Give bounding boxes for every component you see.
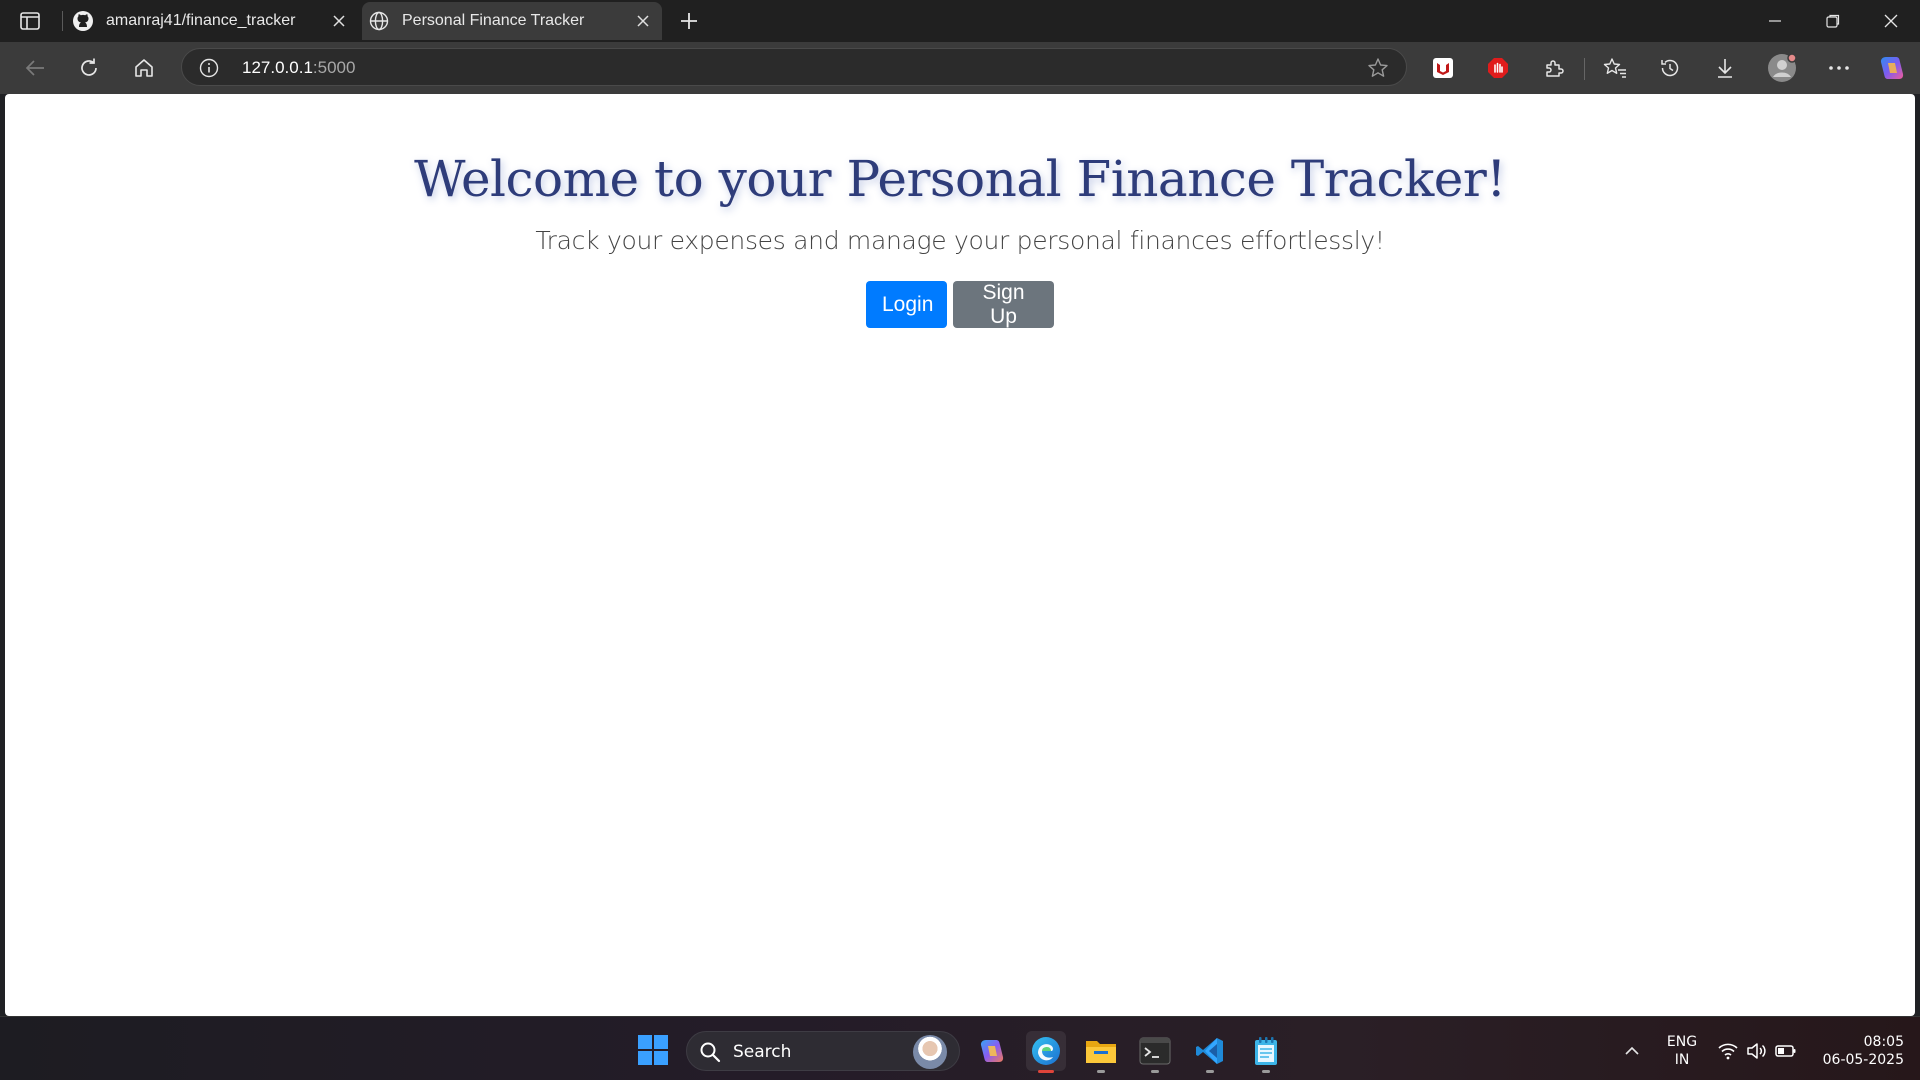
new-tab-icon[interactable] [674, 8, 704, 34]
more-options-icon[interactable] [1822, 52, 1856, 84]
restore-icon[interactable] [1805, 0, 1861, 42]
running-indicator [1151, 1070, 1159, 1073]
site-info-icon[interactable] [198, 57, 220, 79]
region-code: IN [1674, 1052, 1690, 1068]
running-indicator [1262, 1070, 1270, 1073]
show-hidden-icons-chevron-icon[interactable] [1620, 1039, 1644, 1063]
taskbar: Search ENG IN 08:05 06-05-2025 [0, 1016, 1920, 1080]
volume-icon[interactable] [1745, 1039, 1769, 1063]
tab-personal-finance-tracker[interactable]: Personal Finance Tracker [362, 2, 662, 40]
windows-start-icon[interactable] [638, 1035, 668, 1065]
favorite-star-icon[interactable] [1366, 56, 1390, 80]
language-indicator[interactable]: ENG IN [1662, 1033, 1702, 1069]
auth-buttons: Login Sign Up [5, 281, 1915, 328]
clock-time: 08:05 [1863, 1034, 1904, 1050]
tab-actions-icon[interactable] [14, 9, 46, 33]
search-highlight-image [913, 1035, 947, 1069]
close-tab-icon[interactable] [630, 8, 656, 34]
edge-app-icon[interactable] [1026, 1031, 1066, 1073]
minimize-icon[interactable] [1747, 0, 1803, 42]
search-icon [699, 1041, 721, 1063]
copilot-app-icon[interactable] [972, 1031, 1012, 1071]
address-url[interactable]: 127.0.0.1:5000 [242, 58, 355, 78]
wifi-icon[interactable] [1716, 1039, 1740, 1063]
vscode-icon[interactable] [1190, 1031, 1230, 1073]
copilot-icon[interactable] [1875, 52, 1909, 84]
page-viewport: Welcome to your Personal Finance Tracker… [5, 94, 1915, 1016]
favorites-icon[interactable] [1598, 52, 1632, 84]
page-title: Welcome to your Personal Finance Tracker… [414, 150, 1506, 208]
running-indicator [1206, 1070, 1214, 1073]
tab-github[interactable]: amanraj41/finance_tracker [66, 2, 358, 40]
home-icon[interactable] [127, 52, 161, 84]
toolbar-divider [1584, 58, 1585, 80]
file-explorer-icon[interactable] [1081, 1031, 1121, 1073]
github-icon [72, 10, 94, 32]
url-port: :5000 [312, 58, 356, 77]
tab-title: amanraj41/finance_tracker [106, 12, 296, 29]
taskbar-search[interactable]: Search [686, 1031, 960, 1071]
login-button[interactable]: Login [866, 281, 947, 328]
language-code: ENG [1666, 1034, 1698, 1050]
close-window-icon[interactable] [1863, 0, 1919, 42]
hero-section: Welcome to your Personal Finance Tracker… [5, 94, 1915, 328]
url-host: 127.0.0.1 [242, 58, 313, 77]
downloads-icon[interactable] [1708, 52, 1742, 84]
browser-toolbar: 127.0.0.1:5000 [0, 42, 1920, 94]
notepad-icon[interactable] [1246, 1031, 1286, 1073]
clock-date: 06-05-2025 [1822, 1052, 1904, 1068]
terminal-icon[interactable] [1135, 1031, 1175, 1073]
back-icon[interactable] [18, 52, 52, 84]
tab-strip: amanraj41/finance_tracker Personal Finan… [0, 0, 1920, 42]
history-icon[interactable] [1653, 52, 1687, 84]
profile-avatar-icon[interactable] [1765, 52, 1799, 84]
active-indicator [1038, 1070, 1054, 1073]
mcafee-extension-icon[interactable] [1426, 52, 1460, 84]
extensions-icon[interactable] [1537, 52, 1571, 84]
running-indicator [1097, 1070, 1105, 1073]
battery-icon[interactable] [1774, 1039, 1798, 1063]
search-label: Search [733, 1042, 792, 1062]
system-clock[interactable]: 08:05 06-05-2025 [1808, 1033, 1904, 1069]
adblock-extension-icon[interactable] [1481, 52, 1515, 84]
globe-icon [368, 10, 390, 32]
tab-title: Personal Finance Tracker [402, 12, 585, 29]
signup-button[interactable]: Sign Up [953, 281, 1054, 328]
tab-separator [62, 11, 63, 31]
reload-icon[interactable] [72, 52, 106, 84]
close-tab-icon[interactable] [326, 8, 352, 34]
address-bar[interactable]: 127.0.0.1:5000 [181, 48, 1407, 86]
page-subtitle: Track your expenses and manage your pers… [535, 226, 1385, 255]
